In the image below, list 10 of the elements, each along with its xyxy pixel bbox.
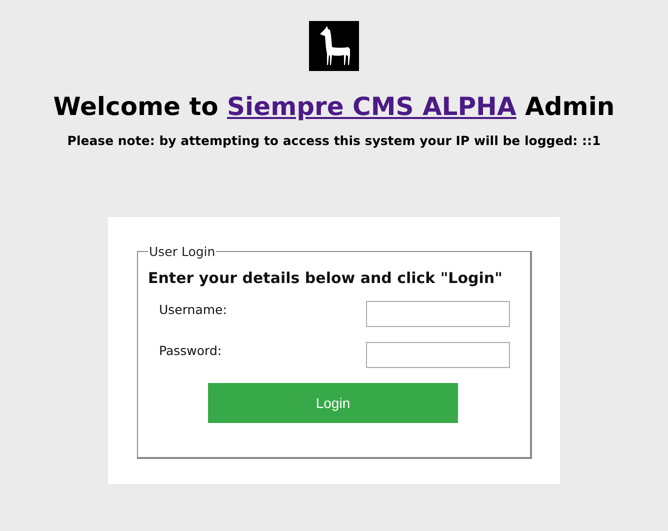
input-field[interactable] bbox=[366, 342, 510, 368]
fieldset-legend: User Login bbox=[148, 244, 216, 259]
field-label: Username: bbox=[159, 302, 227, 317]
input-field[interactable] bbox=[366, 301, 510, 327]
field-label: Password: bbox=[159, 343, 222, 358]
site-link[interactable]: Siempre CMS ALPHA bbox=[227, 92, 516, 121]
ip-notice: Please note: by attempting to access this system your IP will be logged: ::1 bbox=[67, 133, 601, 149]
login-instructions: Enter your details below and click "Login" bbox=[148, 269, 504, 287]
welcome-heading: Welcome to Siempre CMS ALPHA Admin bbox=[53, 91, 615, 123]
llama-logo bbox=[309, 21, 359, 71]
